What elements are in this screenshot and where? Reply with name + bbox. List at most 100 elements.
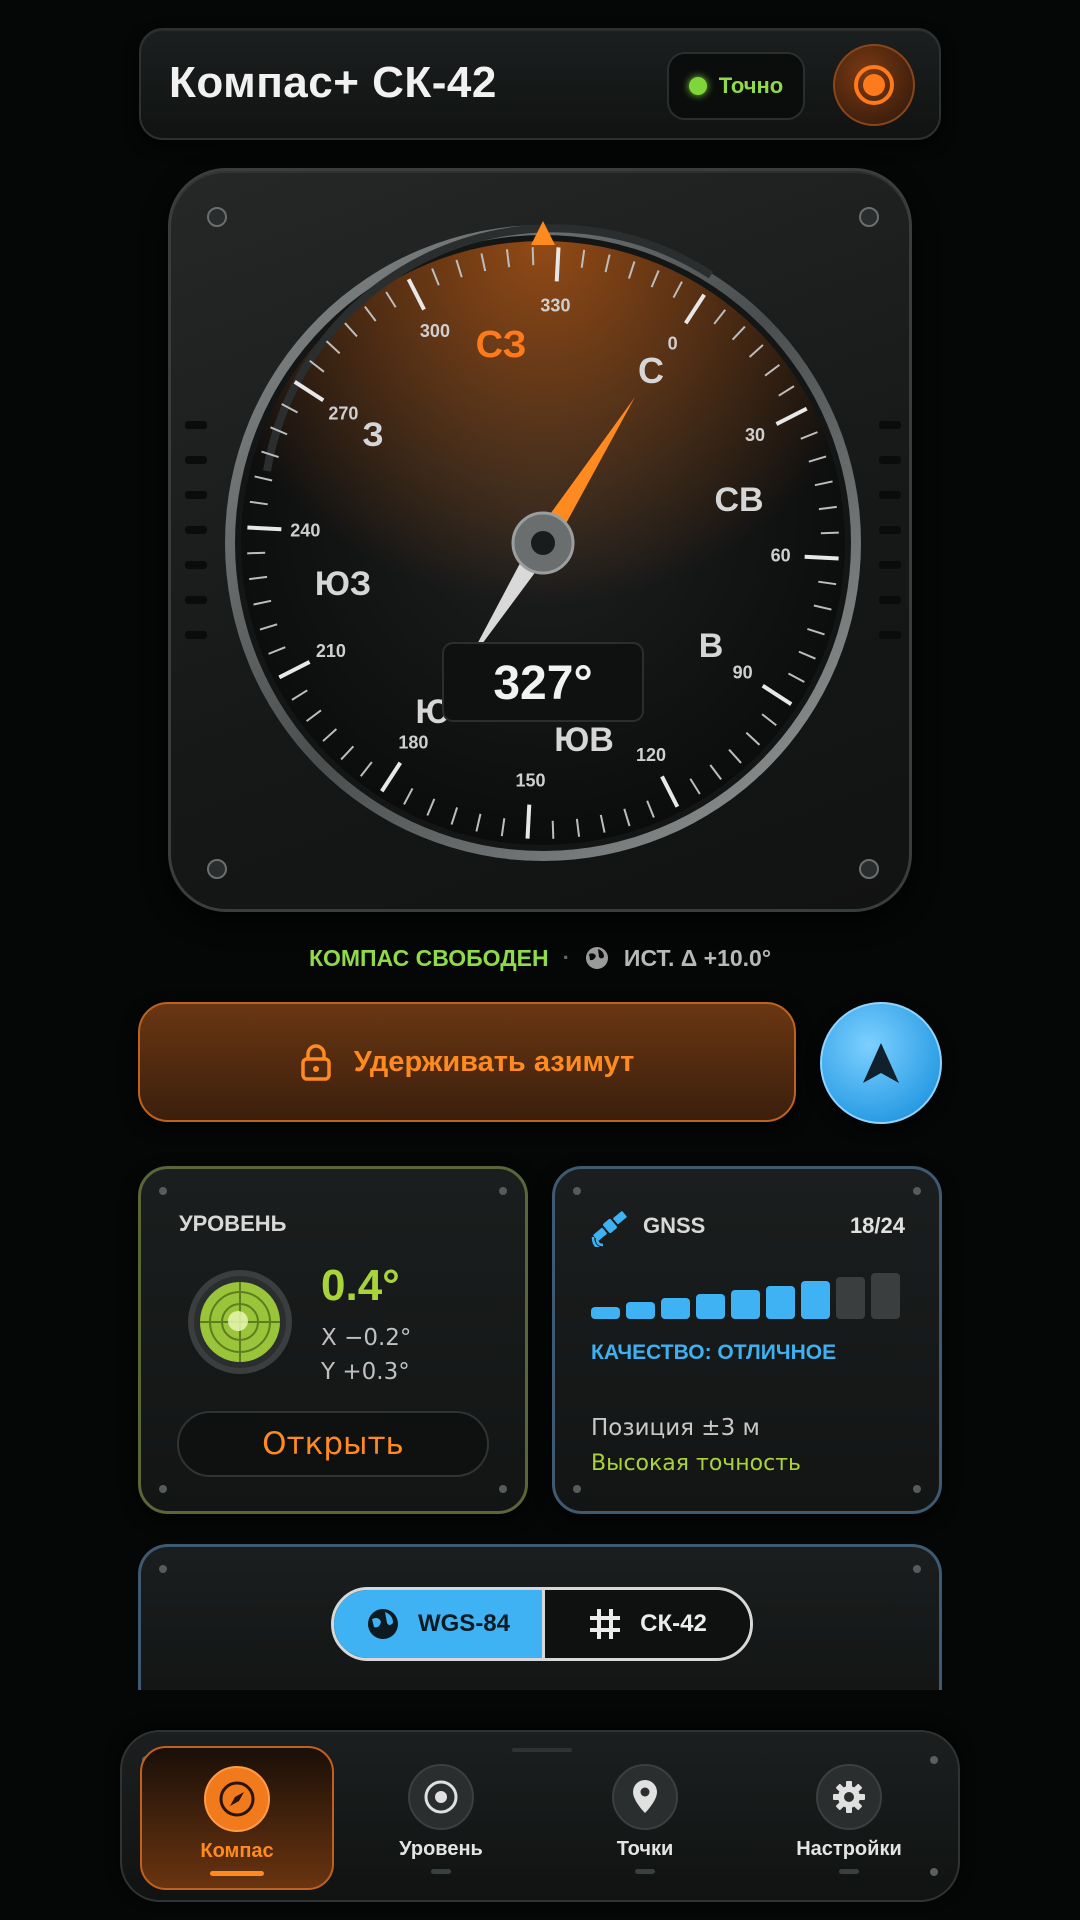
target-icon: [408, 1764, 474, 1830]
nav-indicator: [839, 1869, 859, 1874]
cardinal-sw: ЮЗ: [315, 565, 371, 603]
dial-tick-label: 0: [668, 333, 678, 353]
signal-bar: [871, 1273, 900, 1319]
dial-tick-label: 330: [540, 295, 570, 315]
compass-status-line: КОМПАС СВОБОДЕН · ИСТ. Δ +10.0°: [0, 938, 1080, 978]
navigate-button[interactable]: [820, 1002, 942, 1124]
nav-item-settings[interactable]: Настройки: [752, 1746, 946, 1890]
datum-option-sk42[interactable]: СК-42: [542, 1590, 750, 1658]
gear-icon: [816, 1764, 882, 1830]
dial-tick: [531, 247, 535, 266]
navigation-arrow-icon: [863, 1043, 899, 1083]
declination-value: ИСТ. Δ +10.0°: [623, 944, 772, 971]
record-icon: [854, 65, 894, 105]
compass-dial[interactable]: 0 30 60 90 120 150 180 210 240 270 300 330 С СВ В Ю…: [171, 171, 915, 915]
dial-tick: [525, 804, 532, 839]
nav-label: Настройки: [796, 1838, 902, 1860]
cardinal-ne: СВ: [714, 481, 763, 519]
nav-item-points[interactable]: Точки: [548, 1746, 742, 1890]
signal-bar: [766, 1285, 795, 1319]
open-level-button[interactable]: Открыть: [177, 1411, 489, 1477]
lock-icon: [300, 1044, 331, 1081]
app-header: Компас+ СК-42 Точно: [139, 28, 941, 140]
dial-tick-label: 60: [771, 545, 791, 565]
bubble-level-icon: [188, 1270, 292, 1374]
level-card[interactable]: УРОВЕНЬ 0.4° X −0.2° Y +0.3° Открыть: [138, 1166, 528, 1514]
dial-tick-label: 90: [733, 663, 753, 683]
level-x: X −0.2°: [321, 1325, 412, 1351]
signal-bar: [836, 1277, 865, 1319]
signal-bar: [626, 1302, 655, 1319]
level-value: 0.4°: [321, 1261, 400, 1310]
compass-panel: 0 30 60 90 120 150 180 210 240 270 300 330 С СВ В Ю…: [168, 168, 912, 912]
signal-quality: КАЧЕСТВО: ОТЛИЧНОЕ: [591, 1341, 837, 1364]
cardinal-e: В: [699, 627, 724, 665]
nav-indicator: [431, 1869, 451, 1874]
dial-tick: [820, 531, 839, 535]
accuracy-status-pill: Точно: [667, 52, 805, 120]
pin-icon: [612, 1764, 678, 1830]
cardinal-n: С: [638, 350, 664, 391]
globe-icon: [585, 947, 608, 969]
cardinal-nw: СЗ: [476, 324, 527, 366]
nav-item-level[interactable]: Уровень: [344, 1746, 538, 1890]
dial-tick: [247, 551, 266, 555]
screw-icon: [207, 859, 227, 879]
cardinal-se: ЮВ: [554, 721, 614, 759]
dial-tick: [551, 820, 555, 839]
signal-bar: [731, 1289, 760, 1319]
datum-option-wgs84[interactable]: WGS-84: [334, 1590, 542, 1658]
nav-indicator: [210, 1871, 264, 1876]
nav-label: Уровень: [399, 1838, 483, 1860]
datum-selector: WGS-84 СК-42: [331, 1587, 753, 1661]
dial-tick: [804, 554, 839, 561]
dial-tick-label: 300: [420, 321, 450, 341]
bottom-navigation: Компас Уровень Точки Настройки: [120, 1730, 960, 1902]
satellite-icon: [591, 1211, 627, 1247]
compass-state: КОМПАС СВОБОДЕН: [308, 944, 549, 971]
record-button[interactable]: [833, 44, 915, 126]
globe-icon: [367, 1609, 398, 1639]
nav-item-compass[interactable]: Компас: [140, 1746, 334, 1890]
dial-tick-label: 210: [316, 641, 346, 661]
dial-tick-label: 150: [516, 771, 546, 791]
level-title: УРОВЕНЬ: [179, 1211, 287, 1236]
screw-icon: [207, 207, 227, 227]
signal-strength-bars: [591, 1273, 900, 1319]
dial-tick: [247, 525, 282, 532]
level-y: Y +0.3°: [321, 1359, 410, 1385]
app-title: Компас+ СК-42: [169, 58, 497, 107]
dial-tick-label: 180: [398, 733, 428, 753]
status-dot-icon: [688, 77, 707, 95]
accuracy-status-label: Точно: [718, 73, 784, 98]
dial-tick-label: 240: [290, 521, 320, 541]
hold-azimuth-button[interactable]: Удерживать азимут: [138, 1002, 796, 1122]
screw-icon: [859, 207, 879, 227]
heading-value: 327°: [493, 657, 592, 710]
datum-option-label: СК-42: [640, 1610, 707, 1637]
gnss-title: GNSS: [643, 1213, 706, 1238]
datum-card: WGS-84 СК-42: [138, 1544, 942, 1704]
nav-label: Компас: [200, 1840, 274, 1862]
dial-tick-label: 270: [328, 403, 358, 423]
signal-bar: [801, 1281, 830, 1319]
gnss-card[interactable]: GNSS 18/24 КАЧЕСТВО: ОТЛИЧНОЕ Позиция ±3…: [552, 1166, 942, 1514]
dial-tick: [554, 247, 561, 282]
status-separator: ·: [562, 945, 570, 970]
dial-tick-label: 30: [745, 425, 765, 445]
screw-icon: [859, 859, 879, 879]
signal-bar: [661, 1298, 690, 1319]
nav-label: Точки: [616, 1838, 674, 1860]
cardinal-w: З: [362, 416, 383, 454]
datum-option-label: WGS-84: [417, 1610, 510, 1637]
accuracy-level: Высокая точность: [591, 1451, 802, 1476]
dial-tick-label: 120: [636, 745, 666, 765]
satellite-count: 18/24: [849, 1213, 905, 1238]
signal-bar: [591, 1306, 620, 1319]
nav-indicator: [635, 1869, 655, 1874]
hold-azimuth-label: Удерживать азимут: [353, 1045, 635, 1078]
position-accuracy: Позиция ±3 м: [591, 1415, 760, 1441]
compass-icon: [204, 1766, 270, 1832]
signal-bar: [696, 1294, 725, 1319]
grid-icon: [590, 1609, 621, 1639]
